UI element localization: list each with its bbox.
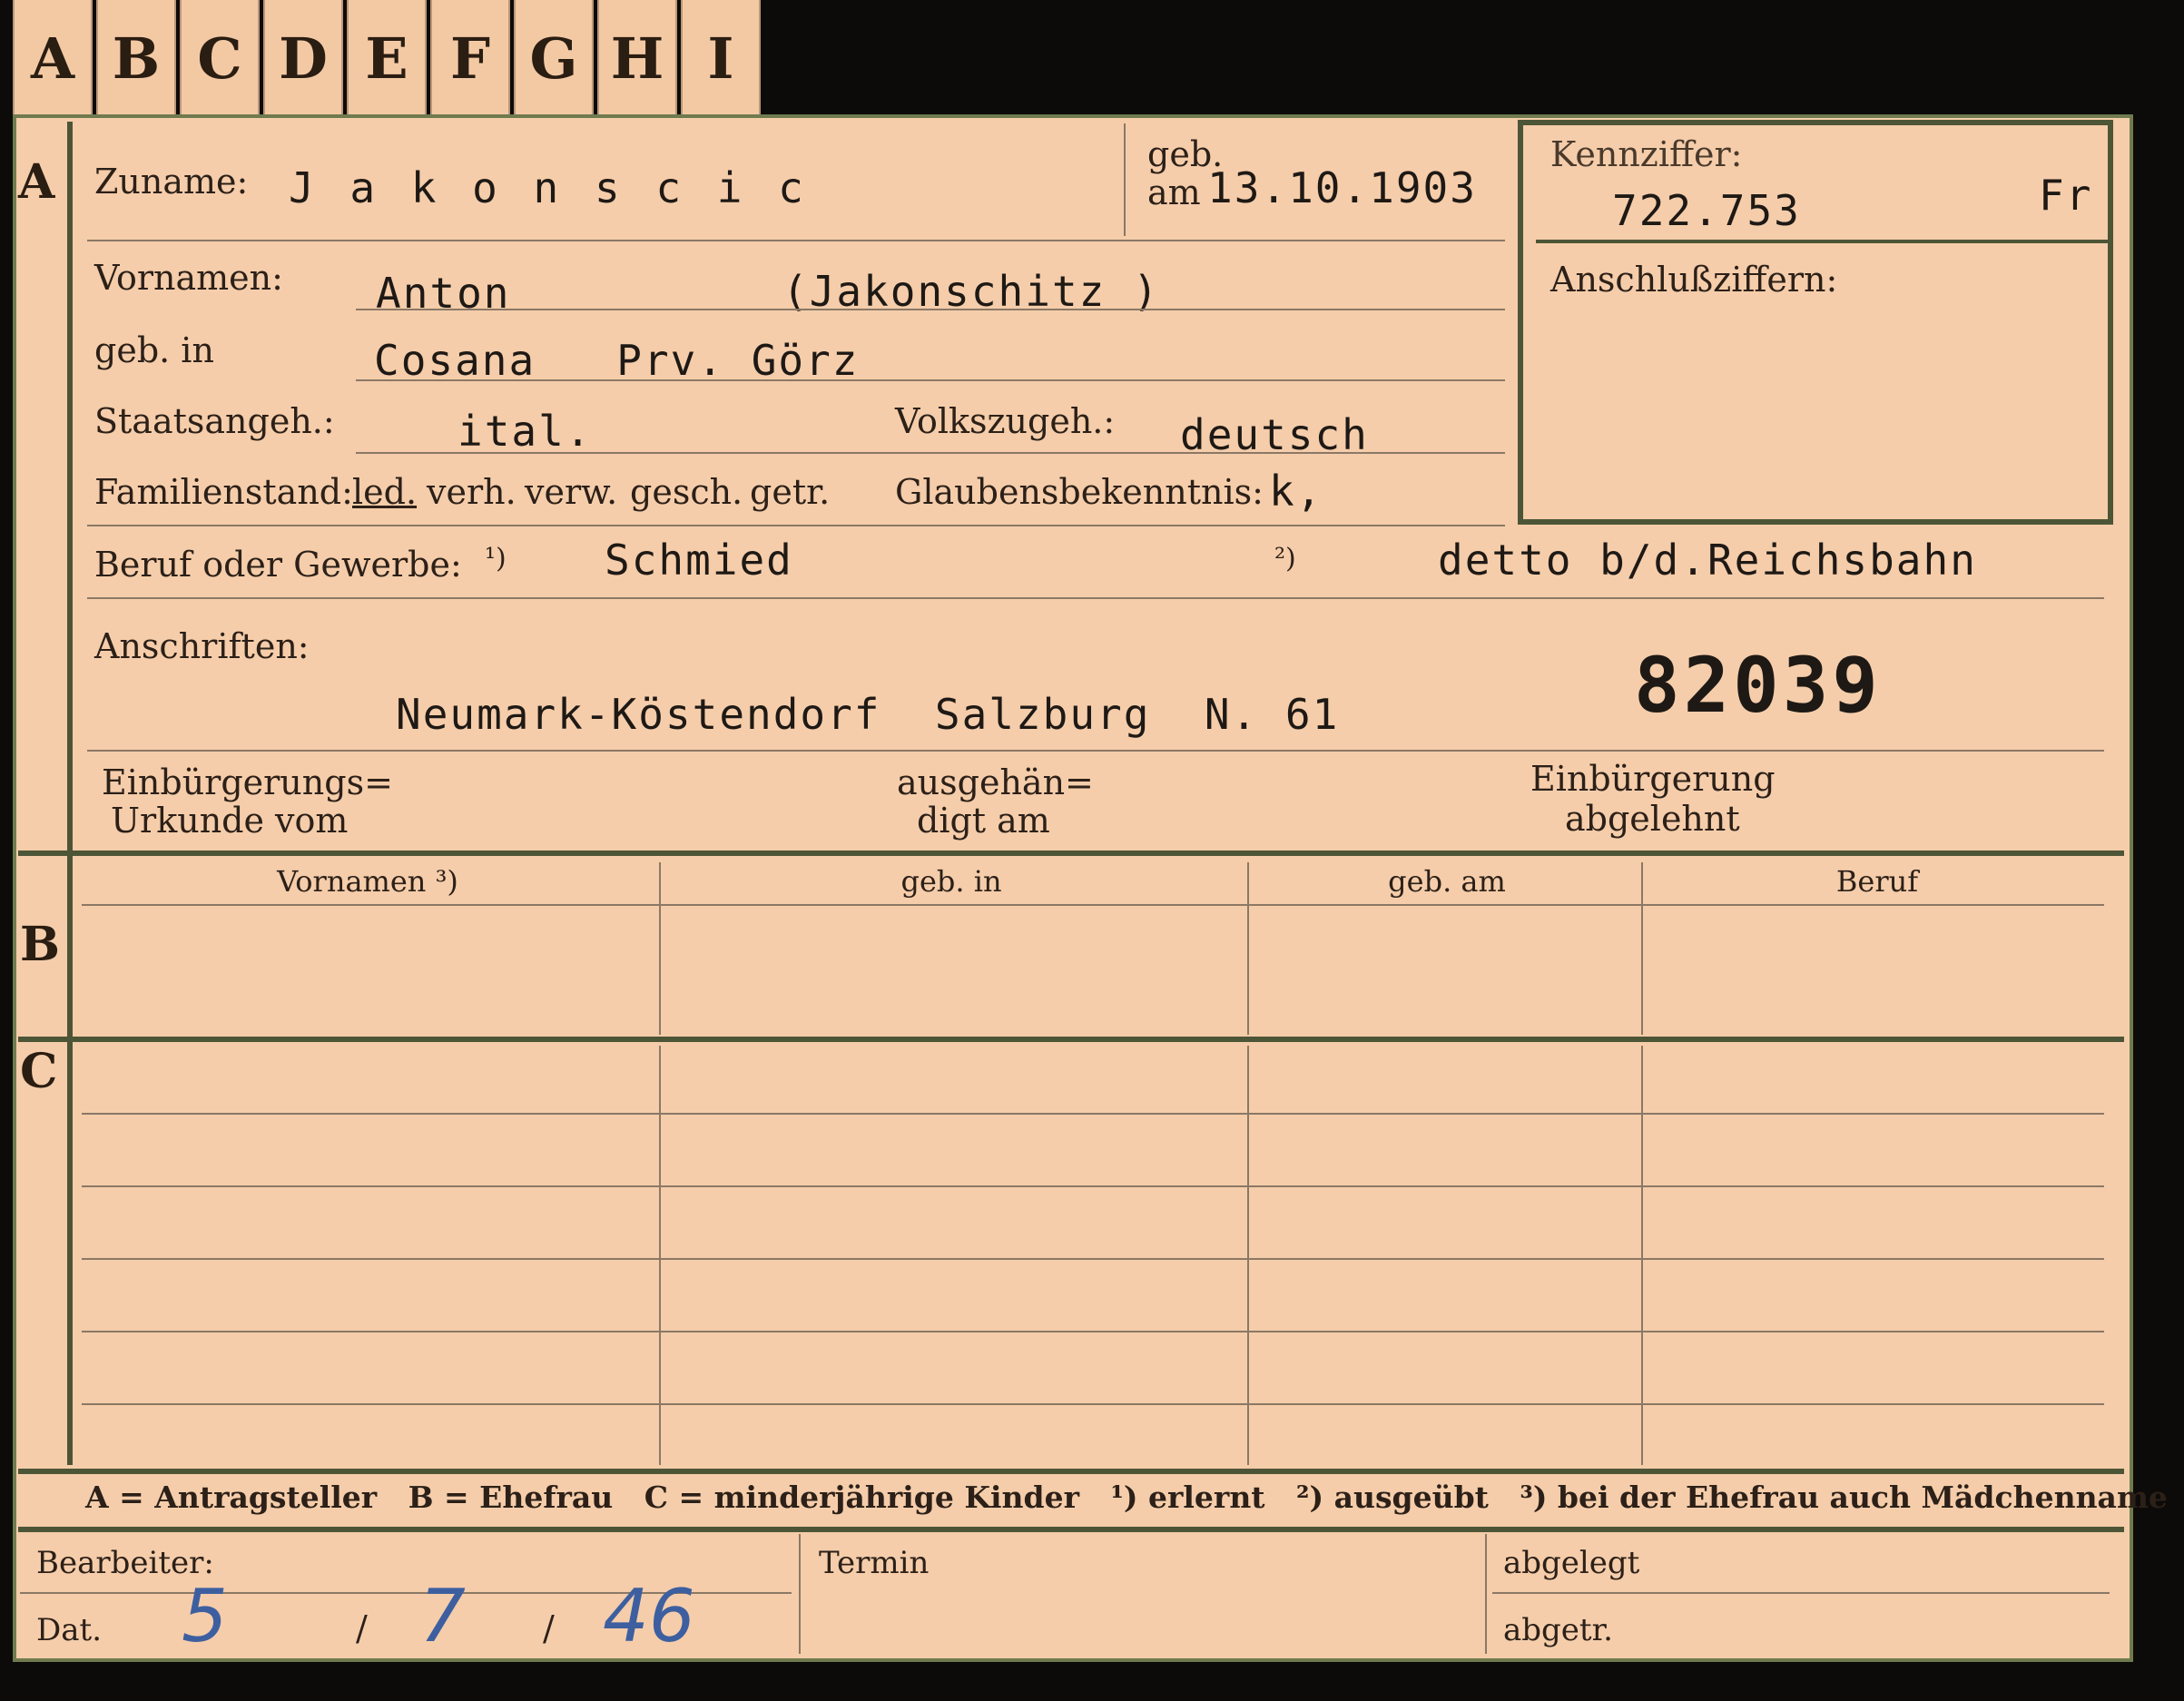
legend-text: A = Antragsteller B = Ehefrau C = minder…: [85, 1480, 2168, 1515]
abgetr-label: abgetr.: [1503, 1612, 1613, 1648]
einbuergerung-abgelehnt-label-1: Einbürgerung: [1530, 759, 1776, 799]
table-b-header-geb-am: geb. am: [1388, 864, 1506, 899]
section-c-marker: C: [20, 1044, 58, 1099]
staatsangeh-value: ital.: [457, 407, 593, 456]
kennziffer-value: 722.753: [1612, 186, 1801, 235]
row-line: [356, 379, 1505, 381]
glaube-value: k,: [1269, 467, 1323, 516]
legend-bottom-line: [18, 1527, 2124, 1532]
table-b-col-line: [1641, 862, 1643, 1035]
table-b-col-line: [1247, 862, 1249, 1035]
registration-number: 82039: [1634, 641, 1882, 730]
beruf-ausgeuebt-value: detto b/d.Reichsbahn: [1438, 536, 1977, 585]
kennziffer-box: [1518, 120, 2113, 525]
tab-a[interactable]: A: [13, 0, 93, 116]
table-c-row-line: [82, 1113, 2104, 1115]
staatsangeh-label: Staatsangeh.:: [94, 401, 335, 441]
table-b-header-beruf: Beruf: [1835, 864, 1919, 899]
date-slash-2: /: [543, 1608, 555, 1648]
einbuergerung-abgelehnt-label-2: abgelehnt: [1565, 799, 1740, 839]
einbuergerungs-label-1: Einbürgerungs=: [102, 762, 393, 802]
table-c-row-line: [82, 1185, 2104, 1187]
familienstand-verh: verh.: [427, 472, 516, 512]
termin-label: Termin: [819, 1545, 930, 1581]
kennziffer-label: Kennziffer:: [1550, 134, 1743, 174]
table-c-col-line: [1247, 1046, 1249, 1465]
dat-label: Dat.: [36, 1612, 103, 1648]
section-b-marker: B: [20, 917, 60, 972]
glaubensbekenntnis-label: Glaubensbekenntnis:: [895, 472, 1264, 512]
letter-tabs: A B C D E F G H I: [13, 0, 764, 118]
familienstand-led: led.: [352, 472, 418, 512]
anschrift-value: Neumark-Köstendorf Salzburg N. 61: [396, 690, 1340, 739]
ausgehaendigt-label-2: digt am: [917, 801, 1050, 841]
geb-am-label: am: [1147, 172, 1201, 212]
beruf-label: Beruf oder Gewerbe:: [94, 545, 462, 585]
row-line: [87, 240, 1505, 241]
tab-e[interactable]: E: [347, 0, 427, 116]
zuname-label: Zuname:: [94, 162, 249, 202]
tab-b[interactable]: B: [96, 0, 176, 116]
legend-top-line: [18, 1469, 2124, 1474]
tab-h[interactable]: H: [597, 0, 677, 116]
volkszugeh-label: Volkszugeh.:: [895, 401, 1116, 441]
tab-f[interactable]: F: [430, 0, 510, 116]
row-line: [87, 525, 1505, 526]
date-slash-1: /: [356, 1608, 368, 1648]
table-c-row-line: [82, 1331, 2104, 1332]
section-b-divider: [18, 850, 2124, 856]
table-c-col-line: [1641, 1046, 1643, 1465]
abgelegt-label: abgelegt: [1503, 1545, 1640, 1581]
bottom-col-line: [1485, 1534, 1487, 1654]
ausgehaendigt-label-1: ausgehän=: [897, 762, 1094, 802]
tab-g[interactable]: G: [514, 0, 594, 116]
tab-d[interactable]: D: [263, 0, 343, 116]
table-c-row-line: [82, 1258, 2104, 1260]
familienstand-verw: verw.: [525, 472, 618, 512]
tab-c[interactable]: C: [180, 0, 260, 116]
row-line: [356, 452, 1505, 454]
familienstand-getr: getr.: [750, 472, 831, 512]
anschriften-label: Anschriften:: [94, 626, 310, 666]
table-b-col-line: [659, 862, 661, 1035]
beruf-footnote-2: ²): [1274, 543, 1296, 575]
section-a-marker: A: [18, 154, 55, 210]
tab-i[interactable]: I: [681, 0, 761, 116]
anschlussziffern-label: Anschlußziffern:: [1550, 260, 1838, 300]
table-b-header-line: [82, 904, 2104, 906]
kennziffer-divider: [1536, 240, 2108, 243]
geb-in-label: geb. in: [94, 330, 214, 370]
kennziffer-suffix: Fr: [2039, 171, 2093, 220]
row-line: [356, 309, 1505, 310]
einbuergerungs-label-2: Urkunde vom: [111, 801, 349, 841]
section-c-divider: [18, 1037, 2124, 1042]
table-b-header-vornamen: Vornamen ³): [277, 864, 458, 899]
dat-year-handwritten: 46: [603, 1574, 695, 1658]
bottom-col-line: [799, 1534, 801, 1654]
table-c-col-line: [659, 1046, 661, 1465]
dat-month-handwritten: 7: [419, 1574, 466, 1658]
row-line: [87, 597, 2104, 599]
geb-ort-value: Cosana Prv. Görz: [374, 336, 860, 385]
beruf-footnote-1: ¹): [485, 543, 507, 575]
vornamen-label: Vornamen:: [94, 258, 283, 298]
bottom-row-line: [1492, 1592, 2110, 1594]
row-line: [87, 750, 2104, 752]
beruf-erlernt-value: Schmied: [605, 536, 793, 585]
geb-separator: [1124, 123, 1126, 236]
table-b-header-geb-in: geb. in: [900, 864, 1002, 899]
familienstand-gesch: gesch.: [630, 472, 743, 512]
table-c-row-line: [82, 1403, 2104, 1405]
left-frame-line: [67, 122, 73, 1465]
zuname-value: J a k o n s c i c: [289, 163, 809, 212]
dat-day-handwritten: 5: [182, 1574, 228, 1658]
geb-datum-value: 13.10.1903: [1207, 163, 1477, 212]
familienstand-label: Familienstand:: [94, 472, 353, 512]
